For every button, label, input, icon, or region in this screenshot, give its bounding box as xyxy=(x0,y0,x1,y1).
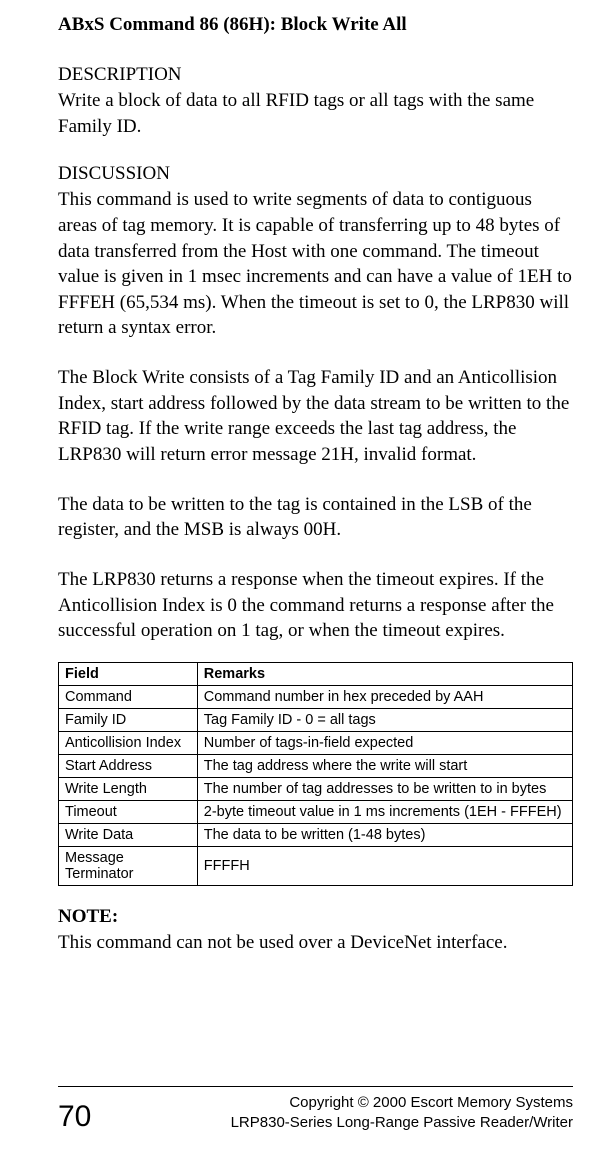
table-cell-remarks: The tag address where the write will sta… xyxy=(197,754,572,777)
description-body: Write a block of data to all RFID tags o… xyxy=(58,88,573,139)
page-footer: 70 Copyright © 2000 Escort Memory System… xyxy=(58,1086,573,1132)
table-header-field: Field xyxy=(59,662,198,685)
table-cell-field: Write Data xyxy=(59,823,198,846)
table-cell-remarks: Command number in hex preceded by AAH xyxy=(197,685,572,708)
discussion-para-1: This command is used to write segments o… xyxy=(58,187,573,341)
table-cell-field: Start Address xyxy=(59,754,198,777)
table-header-row: Field Remarks xyxy=(59,662,573,685)
table-cell-field: Anticollision Index xyxy=(59,731,198,754)
description-heading: DESCRIPTION xyxy=(58,64,573,86)
table-row: Start Address The tag address where the … xyxy=(59,754,573,777)
table-row: Command Command number in hex preceded b… xyxy=(59,685,573,708)
table-header-remarks: Remarks xyxy=(197,662,572,685)
note-heading: NOTE: xyxy=(58,906,573,928)
field-remarks-table: Field Remarks Command Command number in … xyxy=(58,662,573,886)
table-cell-remarks: Number of tags-in-field expected xyxy=(197,731,572,754)
table-cell-remarks: The number of tag addresses to be writte… xyxy=(197,777,572,800)
table-row: Message Terminator FFFFH xyxy=(59,846,573,885)
table-cell-remarks: The data to be written (1-48 bytes) xyxy=(197,823,572,846)
note-body: This command can not be used over a Devi… xyxy=(58,930,573,956)
table-row: Family ID Tag Family ID - 0 = all tags xyxy=(59,708,573,731)
table-row: Write Length The number of tag addresses… xyxy=(59,777,573,800)
table-cell-field: Message Terminator xyxy=(59,846,198,885)
footer-rule xyxy=(58,1086,573,1087)
footer-text: Copyright © 2000 Escort Memory Systems L… xyxy=(231,1093,573,1132)
table-cell-field: Command xyxy=(59,685,198,708)
discussion-para-3: The data to be written to the tag is con… xyxy=(58,492,573,543)
table-cell-field: Family ID xyxy=(59,708,198,731)
page-number: 70 xyxy=(58,1102,91,1132)
discussion-heading: DISCUSSION xyxy=(58,163,573,185)
discussion-para-2: The Block Write consists of a Tag Family… xyxy=(58,365,573,468)
table-row: Write Data The data to be written (1-48 … xyxy=(59,823,573,846)
table-cell-remarks: FFFFH xyxy=(197,846,572,885)
table-row: Timeout 2-byte timeout value in 1 ms inc… xyxy=(59,800,573,823)
table-row: Anticollision Index Number of tags-in-fi… xyxy=(59,731,573,754)
table-cell-field: Write Length xyxy=(59,777,198,800)
discussion-para-4: The LRP830 returns a response when the t… xyxy=(58,567,573,644)
table-cell-remarks: 2-byte timeout value in 1 ms increments … xyxy=(197,800,572,823)
footer-copyright: Copyright © 2000 Escort Memory Systems xyxy=(231,1093,573,1113)
page-title: ABxS Command 86 (86H): Block Write All xyxy=(58,14,573,36)
table-cell-remarks: Tag Family ID - 0 = all tags xyxy=(197,708,572,731)
table-cell-field: Timeout xyxy=(59,800,198,823)
footer-product: LRP830-Series Long-Range Passive Reader/… xyxy=(231,1113,573,1133)
